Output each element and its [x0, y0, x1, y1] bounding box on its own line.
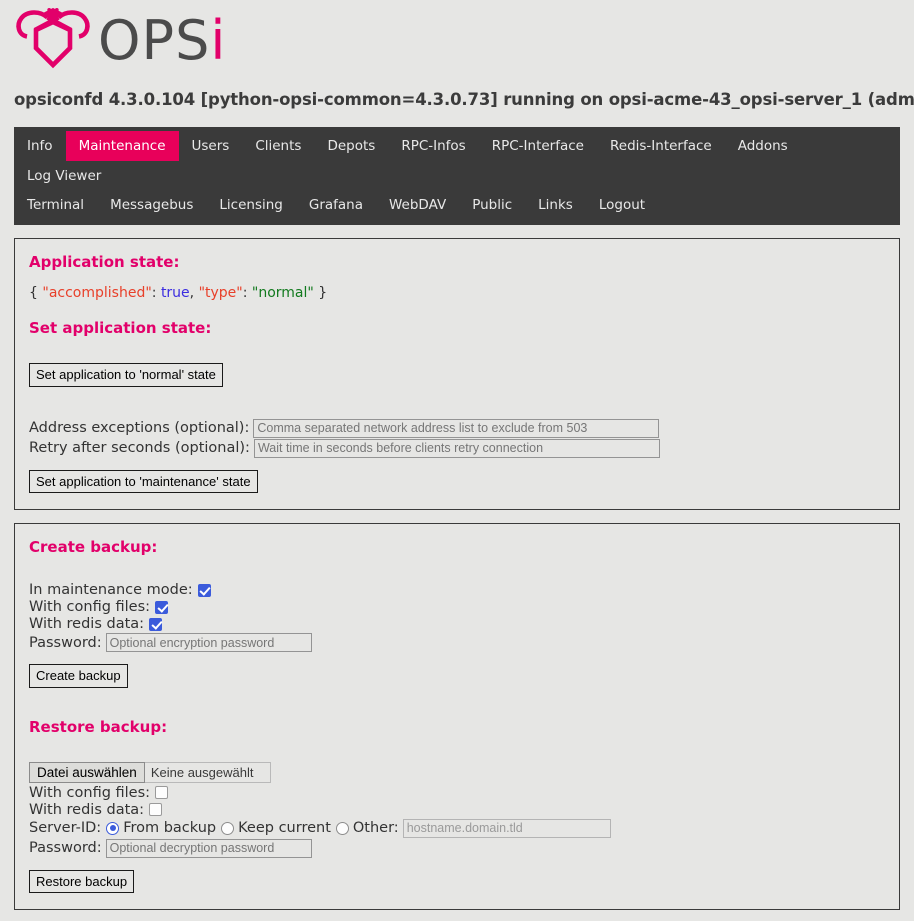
create-redis-data-row: With redis data: [29, 616, 885, 632]
restore-redis-data-checkbox[interactable] [149, 803, 162, 816]
json-value-type: "normal" [252, 285, 314, 301]
wordmark: OPS i [98, 14, 225, 68]
restore-password-row: Password: [29, 839, 885, 858]
nav-item-messagebus[interactable]: Messagebus [97, 191, 206, 219]
nav-item-grafana[interactable]: Grafana [296, 191, 376, 219]
create-maintenance-mode-row: In maintenance mode: [29, 582, 885, 598]
server-status-line: opsiconfd 4.3.0.104 [python-opsi-common=… [0, 82, 914, 109]
nav-item-public[interactable]: Public [459, 191, 525, 219]
json-close-brace: } [318, 285, 327, 301]
create-password-input[interactable] [106, 633, 312, 652]
nav-item-links[interactable]: Links [525, 191, 586, 219]
wordmark-ops: OPS [98, 14, 210, 68]
nav-item-addons[interactable]: Addons [725, 131, 801, 161]
wordmark-i: i [210, 14, 225, 68]
json-colon-2: : [243, 285, 248, 301]
application-state-json: { "accomplished": true, "type": "normal"… [29, 285, 885, 301]
set-maintenance-state-button[interactable]: Set application to 'maintenance' state [29, 470, 258, 494]
restore-backup-button-row: Restore backup [29, 870, 885, 894]
address-exceptions-label: Address exceptions (optional): [29, 420, 249, 436]
create-config-files-label: With config files: [29, 599, 150, 615]
nav-item-webdav[interactable]: WebDAV [376, 191, 459, 219]
server-id-label-keep-current: Keep current [238, 820, 331, 836]
logo: OPS i [14, 8, 914, 74]
create-redis-data-checkbox[interactable] [149, 618, 162, 631]
set-application-state-heading: Set application state: [29, 319, 885, 337]
restore-file-picker[interactable]: Datei auswählen Keine ausgewählt [29, 762, 271, 783]
create-password-label: Password: [29, 635, 102, 651]
nav-item-rpc-interface[interactable]: RPC-Interface [479, 131, 597, 161]
json-comma: , [190, 285, 194, 301]
main-navigation: Info Maintenance Users Clients Depots RP… [14, 127, 900, 225]
nav-item-redis-interface[interactable]: Redis-Interface [597, 131, 725, 161]
restore-password-label: Password: [29, 840, 102, 856]
restore-config-files-label: With config files: [29, 785, 150, 801]
nav-item-users[interactable]: Users [179, 131, 243, 161]
application-state-panel: Application state: { "accomplished": tru… [14, 238, 900, 510]
nav-item-clients[interactable]: Clients [242, 131, 314, 161]
choose-file-button[interactable]: Datei auswählen [29, 762, 145, 783]
create-password-row: Password: [29, 633, 885, 652]
opsiconfd-maintenance-page: OPS i opsiconfd 4.3.0.104 [python-opsi-c… [0, 0, 914, 921]
normal-state-button-row: Set application to 'normal' state [29, 363, 885, 387]
application-state-heading: Application state: [29, 253, 885, 271]
restore-redis-data-label: With redis data: [29, 802, 144, 818]
retry-after-row: Retry after seconds (optional): [29, 439, 885, 458]
create-backup-button-row: Create backup [29, 664, 885, 688]
nav-item-info[interactable]: Info [14, 131, 66, 161]
json-key-accomplished: "accomplished" [42, 285, 151, 301]
restore-backup-button[interactable]: Restore backup [29, 870, 134, 894]
restore-config-files-row: With config files: [29, 785, 885, 801]
json-colon-1: : [152, 285, 157, 301]
restore-redis-data-row: With redis data: [29, 802, 885, 818]
server-id-label: Server-ID: [29, 820, 101, 836]
create-maintenance-mode-label: In maintenance mode: [29, 582, 193, 598]
nav-item-log-viewer[interactable]: Log Viewer [14, 161, 114, 191]
server-id-radio-from-backup[interactable] [106, 822, 119, 835]
nav-item-rpc-infos[interactable]: RPC-Infos [388, 131, 478, 161]
nav-row-secondary: Terminal Messagebus Licensing Grafana We… [14, 191, 900, 219]
restore-server-id-row: Server-ID: From backup Keep current Othe… [29, 819, 885, 838]
restore-backup-heading: Restore backup: [29, 718, 885, 736]
json-open-brace: { [29, 285, 38, 301]
server-id-radio-keep-current[interactable] [221, 822, 234, 835]
create-backup-heading: Create backup: [29, 538, 885, 556]
create-redis-data-label: With redis data: [29, 616, 144, 632]
nav-item-maintenance[interactable]: Maintenance [66, 131, 179, 161]
nav-item-logout[interactable]: Logout [586, 191, 658, 219]
create-maintenance-mode-checkbox[interactable] [198, 584, 211, 597]
nav-row-primary: Info Maintenance Users Clients Depots RP… [14, 131, 900, 191]
create-backup-button[interactable]: Create backup [29, 664, 128, 688]
nav-item-licensing[interactable]: Licensing [206, 191, 295, 219]
server-id-label-other: Other: [353, 820, 399, 836]
brand-header: OPS i [0, 0, 914, 82]
backup-panel: Create backup: In maintenance mode: With… [14, 523, 900, 910]
restore-password-input[interactable] [106, 839, 312, 858]
create-config-files-checkbox[interactable] [155, 601, 168, 614]
create-config-files-row: With config files: [29, 599, 885, 615]
restore-config-files-checkbox[interactable] [155, 786, 168, 799]
json-key-type: "type" [199, 285, 243, 301]
server-id-label-from-backup: From backup [123, 820, 216, 836]
maintenance-state-button-row: Set application to 'maintenance' state [29, 470, 885, 494]
selected-file-name: Keine ausgewählt [145, 762, 271, 783]
address-exceptions-input[interactable] [253, 419, 659, 438]
opsi-bee-logo-icon [14, 8, 92, 74]
server-id-radio-other[interactable] [336, 822, 349, 835]
address-exceptions-row: Address exceptions (optional): [29, 419, 885, 438]
nav-item-terminal[interactable]: Terminal [14, 191, 97, 219]
json-value-accomplished: true [161, 285, 190, 301]
server-id-other-input[interactable] [403, 819, 611, 838]
set-normal-state-button[interactable]: Set application to 'normal' state [29, 363, 223, 387]
nav-item-depots[interactable]: Depots [314, 131, 388, 161]
retry-after-label: Retry after seconds (optional): [29, 440, 250, 456]
retry-after-input[interactable] [254, 439, 660, 458]
